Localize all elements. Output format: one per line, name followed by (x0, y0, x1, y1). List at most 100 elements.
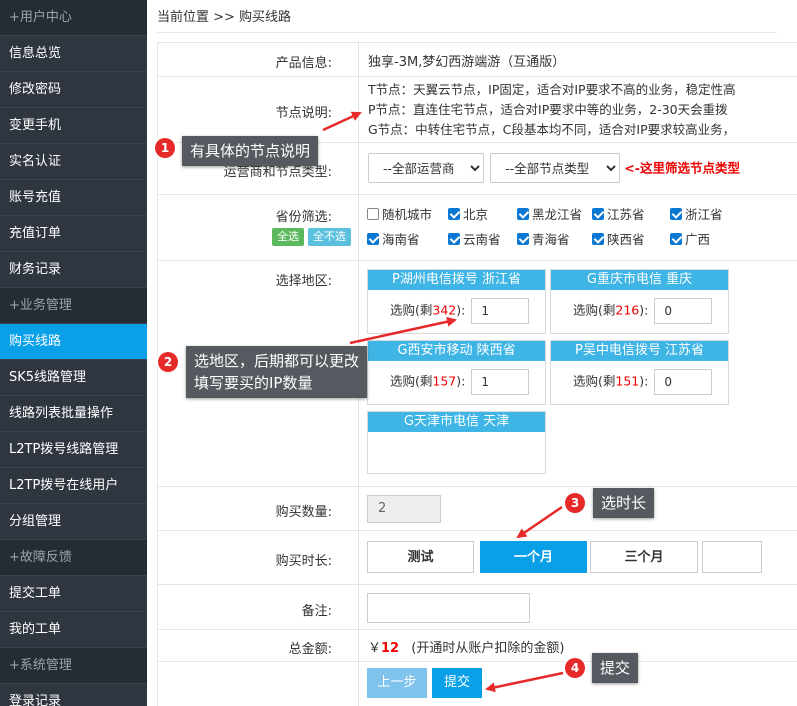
remaining-count: 342 (432, 302, 457, 318)
total-desc: (开通时从账户扣除的金额) (411, 641, 565, 656)
checkbox-icon[interactable] (367, 233, 379, 245)
node-desc-g: G节点：中转住宅节点，C段基本均不同，适合对IP要求较高业务， (368, 122, 736, 137)
node-desc-t: T节点：天翼云节点，IP固定，适合对IP要求不高的业务，稳定性高 (368, 82, 736, 97)
region-card[interactable]: P吴中电信拨号 江苏省 选购(剩151): 0 (550, 340, 729, 405)
duration-more-button[interactable] (702, 541, 762, 573)
region-card-title: G重庆市电信 重庆 (551, 270, 728, 290)
divider (157, 32, 777, 33)
total-value: ￥12 (开通时从账户扣除的金额) (358, 630, 564, 661)
prev-step-button[interactable]: 上一步 (367, 668, 427, 698)
product-row: 产品信息: 独享-3M,梦幻西游端游（互通版） (158, 43, 797, 77)
sidebar-item-l2tp-lines[interactable]: L2TP拨号线路管理 (0, 432, 147, 468)
province-checkbox[interactable]: 江苏省 (592, 204, 645, 223)
actions-row: 上一步 提交 (158, 662, 797, 706)
select-none-button[interactable]: 全不选 (308, 228, 351, 246)
select-all-button[interactable]: 全选 (272, 228, 304, 246)
sidebar-item-sk5-lines[interactable]: SK5线路管理 (0, 360, 147, 396)
province-name: 云南省 (463, 232, 501, 247)
sidebar-item-change-password[interactable]: 修改密码 (0, 72, 147, 108)
annotation-callout: 提交 (592, 653, 639, 683)
region-card-title: G天津市电信 天津 (368, 412, 545, 432)
duration-test-button[interactable]: 测试 (367, 541, 474, 573)
checkbox-icon[interactable] (367, 208, 379, 220)
sidebar-group-feedback[interactable]: +故障反馈 (0, 540, 147, 576)
sidebar-item-change-phone[interactable]: 变更手机 (0, 108, 147, 144)
qty-prefix: 选购(剩 (390, 302, 433, 318)
region-card[interactable]: G西安市移动 陕西省 选购(剩157): 1 (367, 340, 546, 405)
note-row: 备注: (158, 585, 797, 630)
qty-suffix: ): (639, 373, 649, 389)
sidebar-item-login-log[interactable]: 登录记录 (0, 684, 147, 706)
node-type-select[interactable]: --全部节点类型 (490, 153, 621, 183)
annotation-badge: 2 (158, 352, 178, 372)
checkbox-icon[interactable] (592, 208, 604, 220)
sidebar-group-user-center[interactable]: +用户中心 (0, 0, 147, 36)
province-checkbox[interactable]: 海南省 (367, 229, 420, 248)
sidebar-group-system[interactable]: +系统管理 (0, 648, 147, 684)
region-card[interactable]: G重庆市电信 重庆 选购(剩216): 0 (550, 269, 729, 334)
checkbox-icon[interactable] (670, 233, 682, 245)
duration-row: 购买时长: 测试 一个月 三个月 (158, 531, 797, 585)
province-checkbox[interactable]: 广西 (670, 229, 710, 248)
duration-label: 购买时长: (275, 554, 332, 569)
sidebar-item-l2tp-online[interactable]: L2TP拨号在线用户 (0, 468, 147, 504)
province-checkbox[interactable]: 陕西省 (592, 229, 645, 248)
quantity-field: 2 (367, 495, 441, 523)
node-desc-value: T节点：天翼云节点，IP固定，适合对IP要求不高的业务，稳定性高 P节点：直连住… (358, 77, 797, 142)
province-checkbox[interactable]: 浙江省 (670, 204, 723, 223)
duration-three-months-button[interactable]: 三个月 (590, 541, 698, 573)
qty-prefix: 选购(剩 (573, 373, 616, 389)
sidebar-item-overview[interactable]: 信息总览 (0, 36, 147, 72)
filter-value: --全部运营商 --全部节点类型 <-这里筛选节点类型 (358, 143, 740, 194)
region-card-title: P湖州电信拨号 浙江省 (368, 270, 545, 290)
annotation-callout: 选地区，后期都可以更改 填写要买的IP数量 (186, 346, 368, 398)
checkbox-icon[interactable] (592, 233, 604, 245)
checkbox-icon[interactable] (448, 208, 460, 220)
region-card[interactable]: G天津市电信 天津 (367, 411, 546, 474)
province-label: 省份筛选: (275, 210, 332, 225)
checkbox-icon[interactable] (670, 208, 682, 220)
checkbox-icon[interactable] (448, 233, 460, 245)
checkbox-icon[interactable] (517, 208, 529, 220)
note-label: 备注: (301, 604, 332, 619)
province-checkbox[interactable]: 北京 (448, 204, 488, 223)
sidebar-item-batch-ops[interactable]: 线路列表批量操作 (0, 396, 147, 432)
sidebar-item-finance[interactable]: 财务记录 (0, 252, 147, 288)
note-input[interactable] (367, 593, 530, 623)
total-label: 总金额: (288, 642, 332, 657)
submit-button[interactable]: 提交 (432, 668, 482, 698)
sidebar-item-submit-ticket[interactable]: 提交工单 (0, 576, 147, 612)
product-value: 独享-3M,梦幻西游端游（互通版） (358, 43, 565, 76)
annotation-line: 选地区，后期都可以更改 (194, 352, 360, 370)
qty-input[interactable]: 1 (471, 298, 530, 324)
province-checkbox[interactable]: 黑龙江省 (517, 204, 582, 223)
province-name: 浙江省 (685, 207, 723, 222)
region-card-body: 选购(剩216): 0 (551, 290, 728, 333)
product-label: 产品信息: (275, 56, 332, 71)
carrier-select[interactable]: --全部运营商 (368, 153, 484, 183)
sidebar-item-buy-line[interactable]: 购买线路 (0, 324, 147, 360)
region-card-body: 选购(剩157): 1 (368, 361, 545, 404)
qty-prefix: 选购(剩 (390, 373, 433, 389)
sidebar-item-verification[interactable]: 实名认证 (0, 144, 147, 180)
checkbox-icon[interactable] (517, 233, 529, 245)
total-row: 总金额: ￥12 (开通时从账户扣除的金额) (158, 630, 797, 662)
province-name: 陕西省 (607, 232, 645, 247)
qty-input[interactable]: 1 (471, 369, 530, 395)
sidebar-group-business[interactable]: +业务管理 (0, 288, 147, 324)
province-name: 青海省 (532, 232, 570, 247)
sidebar-item-groups[interactable]: 分组管理 (0, 504, 147, 540)
sidebar-item-recharge-orders[interactable]: 充值订单 (0, 216, 147, 252)
province-name: 广西 (685, 232, 711, 247)
annotation-line: 填写要买的IP数量 (194, 374, 313, 392)
province-checkbox[interactable]: 青海省 (517, 229, 570, 248)
region-card[interactable]: P湖州电信拨号 浙江省 选购(剩342): 1 (367, 269, 546, 334)
qty-input[interactable]: 0 (654, 369, 713, 395)
region-card-body: 选购(剩342): 1 (368, 290, 545, 333)
province-checkbox[interactable]: 云南省 (448, 229, 501, 248)
duration-one-month-button[interactable]: 一个月 (480, 541, 587, 573)
qty-input[interactable]: 0 (654, 298, 713, 324)
province-checkbox[interactable]: 随机城市 (367, 204, 432, 223)
sidebar-item-recharge[interactable]: 账号充值 (0, 180, 147, 216)
sidebar-item-my-tickets[interactable]: 我的工单 (0, 612, 147, 648)
